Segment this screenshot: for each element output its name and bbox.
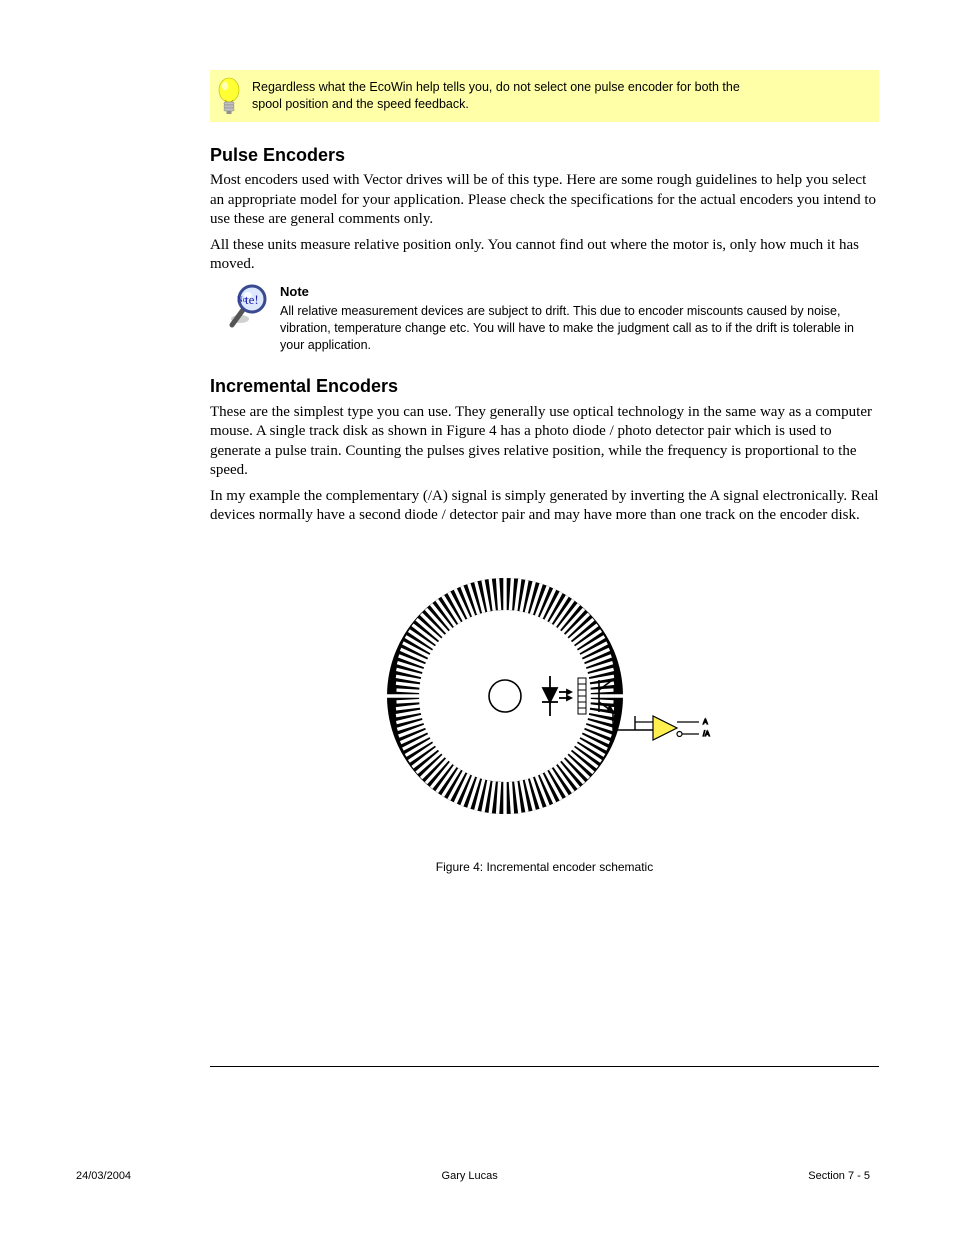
page-footer: 24/03/2004 Gary Lucas Section 7 - 5 [76,1169,870,1183]
figure-ref: Figure 4 [446,423,496,439]
note-text: All relative measurement devices are sub… [280,303,879,354]
tip-text: Regardless what the EcoWin help tells yo… [252,79,740,113]
note-icon: No te! [218,281,274,337]
para-pe-2: All these units measure relative positio… [210,236,879,275]
label-a: A [703,719,708,726]
tip-callout: Regardless what the EcoWin help tells yo… [210,70,879,122]
para-pe-1: Most encoders used with Vector drives wi… [210,171,879,230]
svg-text:te!: te! [245,292,259,307]
footer-page: Section 7 - 5 [808,1169,870,1183]
encoder-schematic-svg: A /A [355,546,735,846]
label-not-a: /A [703,731,710,738]
tip-line-2: spool position and the speed feedback. [252,96,740,113]
figure-caption: Figure 4: Incremental encoder schematic [210,860,879,876]
para-inc-1: These are the simplest type you can use.… [210,403,879,481]
footer-date: 24/03/2004 [76,1169,131,1183]
note-label: Note [280,284,879,301]
lightbulb-icon [214,74,244,118]
note-callout: No te! Note All relative measurement dev… [218,281,879,354]
tip-line-1: Regardless what the EcoWin help tells yo… [252,79,740,96]
figure-4: A /A Figure 4: Incremental encoder schem… [210,546,879,876]
footer-rule [210,1066,879,1067]
document-page: Regardless what the EcoWin help tells yo… [0,0,954,1235]
para-inc-2: In my example the complementary (/A) sig… [210,487,879,526]
heading-pulse-encoders: Pulse Encoders [210,144,879,167]
heading-incremental: Incremental Encoders [210,375,879,398]
note-content: Note All relative measurement devices ar… [280,281,879,354]
footer-author: Gary Lucas [131,1169,808,1183]
